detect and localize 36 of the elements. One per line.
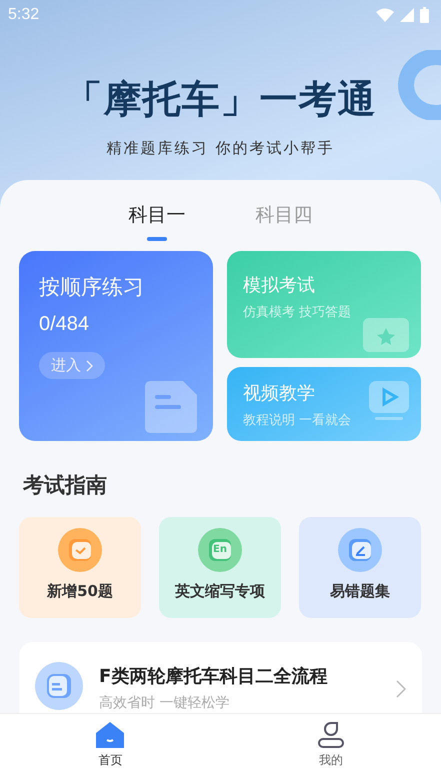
feature-title: 模拟考试 xyxy=(243,274,315,297)
document-icon xyxy=(145,381,197,433)
app-subtitle: 精准题库练习 你的考试小帮手 xyxy=(106,139,334,158)
status-time: 5:32 xyxy=(8,6,40,24)
course-card[interactable]: F类两轮摩托车科目二全流程 高效省时 一键轻松学 xyxy=(19,642,422,713)
guide-tile[interactable]: 易错题集 xyxy=(299,517,421,618)
chevron-right-icon xyxy=(396,680,406,698)
english-book-icon xyxy=(198,528,242,572)
en-label: En xyxy=(213,544,227,555)
edit-note-icon xyxy=(338,528,382,572)
nav-tab[interactable]: 首页 xyxy=(0,714,220,784)
course-subtitle: 高效省时 一键轻松学 xyxy=(99,694,230,712)
ring-decoration-icon xyxy=(396,50,441,120)
profile-icon xyxy=(316,722,345,748)
feature-title: 视频教学 xyxy=(243,382,315,405)
guide-label: 易错题集 xyxy=(330,582,390,601)
document-icon xyxy=(35,662,83,710)
section-title: 考试指南 xyxy=(23,472,108,499)
guide-tile[interactable]: En 英文缩写专项 xyxy=(159,517,281,618)
play-icon xyxy=(369,381,409,421)
app-title: 「摩托车」一考通 xyxy=(64,76,376,123)
battery-icon xyxy=(420,7,429,23)
home-icon xyxy=(96,722,124,748)
subject-tab[interactable]: 科目一 xyxy=(128,202,186,241)
feature-subtitle: 仿真模考 技巧答题 xyxy=(243,304,352,321)
guide-label: 英文缩写专项 xyxy=(175,582,265,601)
feature-subtitle: 教程说明 一看就会 xyxy=(243,412,352,429)
course-title: F类两轮摩托车科目二全流程 xyxy=(99,665,328,688)
practice-title: 按顺序练习 xyxy=(39,274,145,301)
guide-label: 新增50题 xyxy=(47,582,113,601)
signal-icon xyxy=(400,8,414,22)
nav-tab[interactable]: 我的 xyxy=(220,714,441,784)
guide-tile[interactable]: 新增50题 xyxy=(19,517,141,618)
wifi-icon xyxy=(376,8,394,22)
calendar-check-icon xyxy=(58,528,102,572)
chevron-right-icon xyxy=(85,360,93,372)
